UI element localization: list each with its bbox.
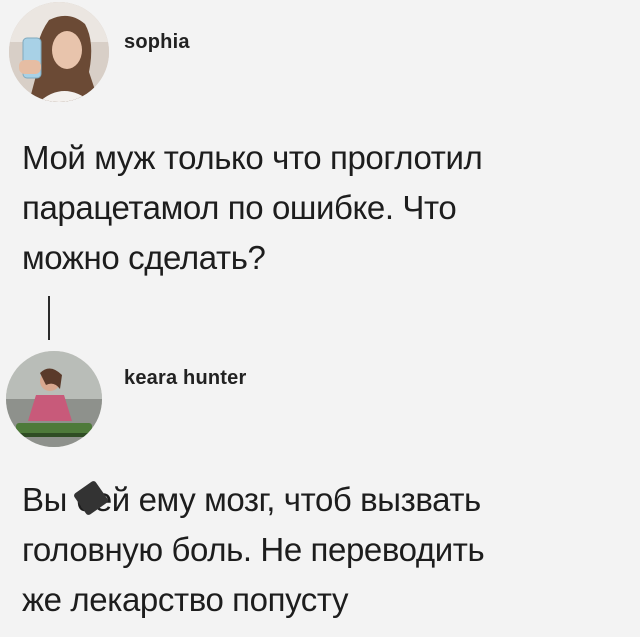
post-keara-hunter: keara hunter Вы бей ему мозг, чтоб вызва… [0,345,640,618]
post-text: Мой муж только что проглотил парацетамол… [22,139,483,276]
avatar[interactable] [9,2,109,102]
post-header: keara hunter [0,345,640,455]
username[interactable]: keara hunter [124,367,246,390]
post-text: Вы бей ему мозг, чтоб вызвать головную б… [22,481,485,618]
user-avatar-photo-icon [9,2,109,102]
username[interactable]: sophia [124,31,190,54]
avatar[interactable] [6,351,102,447]
post-header: sophia [0,0,640,110]
post-sophia: sophia Мой муж только что проглотил пара… [0,0,640,276]
thread-connector-line [48,296,50,340]
user-avatar-photo-icon [6,351,102,447]
